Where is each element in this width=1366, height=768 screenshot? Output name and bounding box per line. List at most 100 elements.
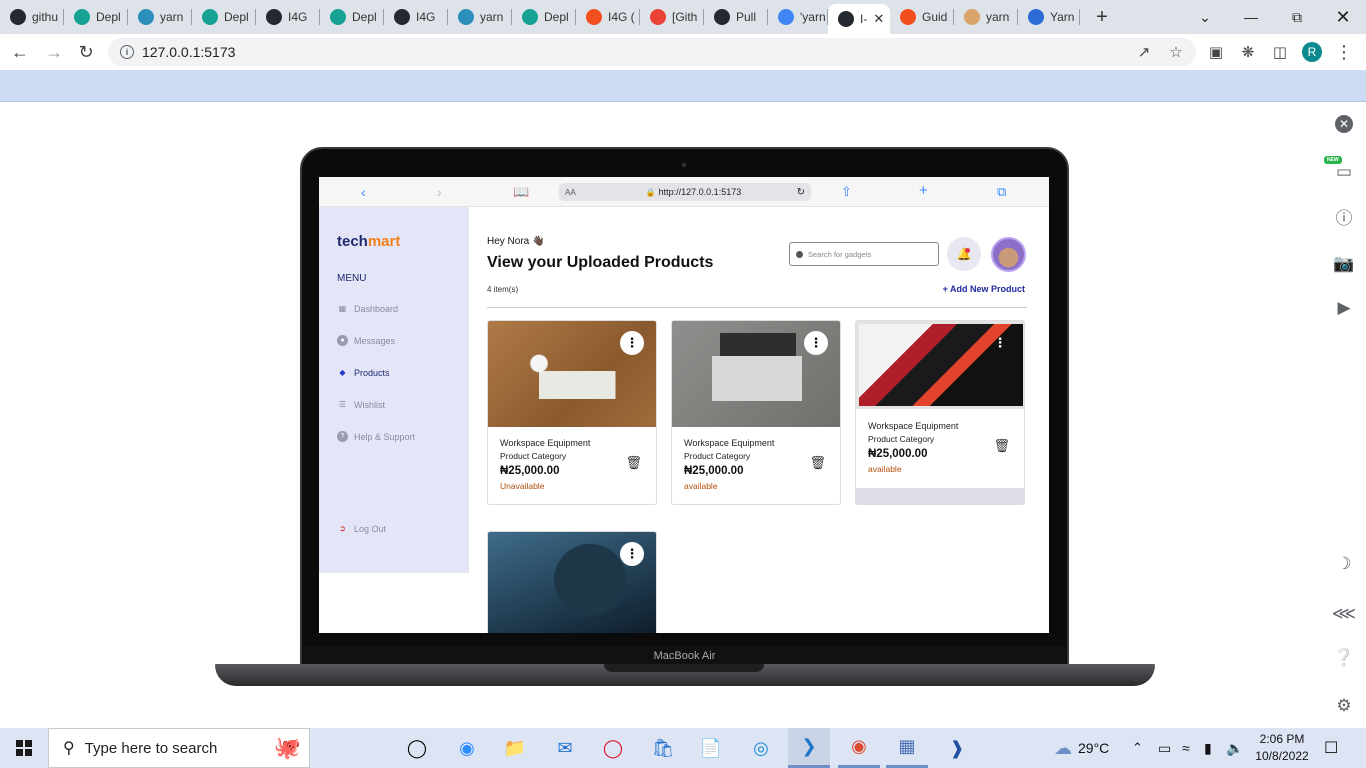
powershell-icon[interactable]: ❱ xyxy=(936,728,978,768)
reload-button[interactable]: ↻ xyxy=(70,36,102,68)
sidebar-item-help-support[interactable]: ? Help & Support xyxy=(337,431,415,442)
browser-tab[interactable]: Depl xyxy=(192,0,256,34)
wifi-icon[interactable]: ≈ xyxy=(1182,728,1190,768)
back-button[interactable]: ← xyxy=(4,36,36,68)
safari-book-icon[interactable]: 📖 xyxy=(513,184,529,200)
cloud-icon: ☁ xyxy=(1054,737,1072,758)
sidebar-item-messages[interactable]: ● Messages xyxy=(337,335,395,346)
safari-share-icon[interactable]: ⇧ xyxy=(841,184,852,200)
menu-kebab-icon[interactable]: ⋮ xyxy=(1330,38,1358,66)
settings-gear-icon[interactable]: ⚙ xyxy=(1330,694,1358,718)
tray-device-icon[interactable]: ▭ xyxy=(1158,728,1171,768)
user-avatar[interactable] xyxy=(991,237,1026,272)
tray-chevron-icon[interactable]: ⌃ xyxy=(1132,728,1143,768)
sidebar-item-wishlist[interactable]: ☰ Wishlist xyxy=(337,399,385,410)
browser-tab[interactable]: I4G xyxy=(256,0,320,34)
product-menu-icon[interactable]: ⋮ xyxy=(804,331,828,355)
address-bar[interactable]: i 127.0.0.1:5173 xyxy=(108,38,1196,66)
product-card[interactable]: ⋮ Workspace Equipment Product Category ₦25,… xyxy=(671,320,841,505)
browser-tab[interactable]: I- ✕ xyxy=(828,4,890,34)
browser-tab[interactable]: githu xyxy=(0,0,64,34)
info-icon[interactable]: ⓘ xyxy=(1330,204,1358,228)
product-card[interactable]: ⋮ Workspace Equipment Product Category ₦25,… xyxy=(855,320,1025,505)
github-icon xyxy=(714,9,730,25)
close-window-button[interactable]: ✕ xyxy=(1320,0,1366,34)
browser-tab[interactable]: I4G xyxy=(384,0,448,34)
puzzle-icon[interactable]: ❋ xyxy=(1234,38,1262,66)
battery-icon[interactable]: ▮ xyxy=(1204,728,1212,768)
opera-icon[interactable]: ◯ xyxy=(592,728,634,768)
trash-icon[interactable]: 🗑 xyxy=(809,455,826,471)
restore-button[interactable]: ⧉ xyxy=(1274,0,1320,34)
weather-widget[interactable]: ☁ 29°C xyxy=(1054,728,1109,768)
video-icon[interactable]: ▶ xyxy=(1330,296,1358,320)
product-menu-icon[interactable]: ⋮ xyxy=(620,331,644,355)
store-icon[interactable]: 🛍 xyxy=(642,728,684,768)
forward-button[interactable]: → xyxy=(38,36,70,68)
notifications-icon[interactable]: ☐ xyxy=(1324,728,1338,768)
browser-tab[interactable]: 'yarn xyxy=(768,0,828,34)
taskbar-search[interactable]: ⚲ Type here to search 🐙 xyxy=(48,728,310,768)
zoom-icon[interactable]: ◉ xyxy=(446,728,488,768)
clock[interactable]: 2:06 PM 10/8/2022 xyxy=(1250,731,1314,765)
edge-icon[interactable]: ◎ xyxy=(740,728,782,768)
app-logo[interactable]: techmart xyxy=(337,233,400,250)
file-explorer-icon[interactable]: 📁 xyxy=(494,728,536,768)
trash-icon[interactable]: 🗑 xyxy=(993,438,1010,454)
safari-new-tab-icon[interactable]: + xyxy=(919,182,928,199)
add-new-product-button[interactable]: + Add New Product xyxy=(943,284,1025,294)
start-button[interactable] xyxy=(0,728,48,768)
chrome-icon[interactable]: ◉ xyxy=(838,728,880,768)
dark-mode-icon[interactable]: ☽ xyxy=(1330,552,1358,576)
new-tab-button[interactable]: + xyxy=(1088,6,1116,29)
search-input[interactable]: Search for gadgets xyxy=(789,242,939,266)
bookmark-star-icon[interactable]: ☆ xyxy=(1162,38,1190,66)
minimize-button[interactable]: — xyxy=(1228,0,1274,34)
app-icon[interactable]: ▦ xyxy=(886,728,928,768)
browser-tab[interactable]: yarn xyxy=(448,0,512,34)
product-card[interactable]: ⋮ xyxy=(487,531,657,633)
browser-tab[interactable]: yarn xyxy=(128,0,192,34)
tab-search-icon[interactable]: ⌄ xyxy=(1182,0,1228,34)
task-view-icon[interactable]: ◯ xyxy=(396,728,438,768)
safari-back-icon[interactable]: ‹ xyxy=(361,184,366,200)
profile-avatar[interactable]: R xyxy=(1298,38,1326,66)
volume-icon[interactable]: 🔈 xyxy=(1226,728,1243,768)
side-panel-icon[interactable]: ◫ xyxy=(1266,38,1294,66)
browser-tab[interactable]: Depl xyxy=(64,0,128,34)
close-panel-icon[interactable]: ✕ xyxy=(1330,112,1358,136)
browser-tab[interactable]: yarn xyxy=(954,0,1018,34)
logout-button[interactable]: ➲ Log Out xyxy=(337,523,386,534)
product-menu-icon[interactable]: ⋮ xyxy=(620,542,644,566)
safari-reload-icon[interactable]: ↻ xyxy=(797,187,805,198)
browser-tab[interactable]: Pull xyxy=(704,0,768,34)
extension-icon[interactable]: ▣ xyxy=(1202,38,1230,66)
browser-tab[interactable]: Depl xyxy=(320,0,384,34)
help-panel-icon[interactable]: ❔ xyxy=(1330,646,1358,670)
trash-icon[interactable]: 🗑 xyxy=(625,455,642,471)
mail-icon[interactable]: ✉ xyxy=(544,728,586,768)
camera-icon[interactable]: 📷 xyxy=(1330,252,1358,276)
devices-icon[interactable]: NEW ▭ xyxy=(1324,156,1358,184)
safari-aa-button[interactable]: AA xyxy=(565,188,576,197)
vscode-icon[interactable]: ❯ xyxy=(788,728,830,768)
sidebar-item-products[interactable]: ◆ Products xyxy=(337,367,389,378)
product-card[interactable]: ⋮ Workspace Equipment Product Category ₦25,… xyxy=(487,320,657,505)
safari-tabs-icon[interactable]: ⧉ xyxy=(997,184,1006,200)
browser-tab[interactable]: Guid xyxy=(890,0,954,34)
browser-tab[interactable]: Yarn xyxy=(1018,0,1080,34)
safari-address-bar[interactable]: AA 🔒 http://127.0.0.1:5173 ↻ xyxy=(559,183,811,201)
notification-button[interactable]: 🔔 xyxy=(947,237,981,271)
product-menu-icon[interactable]: ⋮ xyxy=(988,331,1012,355)
share-icon[interactable]: ↗ xyxy=(1130,38,1158,66)
browser-tab[interactable]: Depl xyxy=(512,0,576,34)
share-panel-icon[interactable]: ⋘ xyxy=(1330,602,1358,626)
safari-forward-icon[interactable]: › xyxy=(437,184,442,200)
document-icon[interactable]: 📄 xyxy=(690,728,732,768)
site-info-icon[interactable]: i xyxy=(120,45,134,59)
browser-tab[interactable]: [Gith xyxy=(640,0,704,34)
sidebar-item-dashboard[interactable]: ▦ Dashboard xyxy=(337,303,398,314)
yarn-icon xyxy=(138,9,154,25)
browser-tab[interactable]: I4G ( xyxy=(576,0,640,34)
close-tab-icon[interactable]: ✕ xyxy=(873,11,884,27)
